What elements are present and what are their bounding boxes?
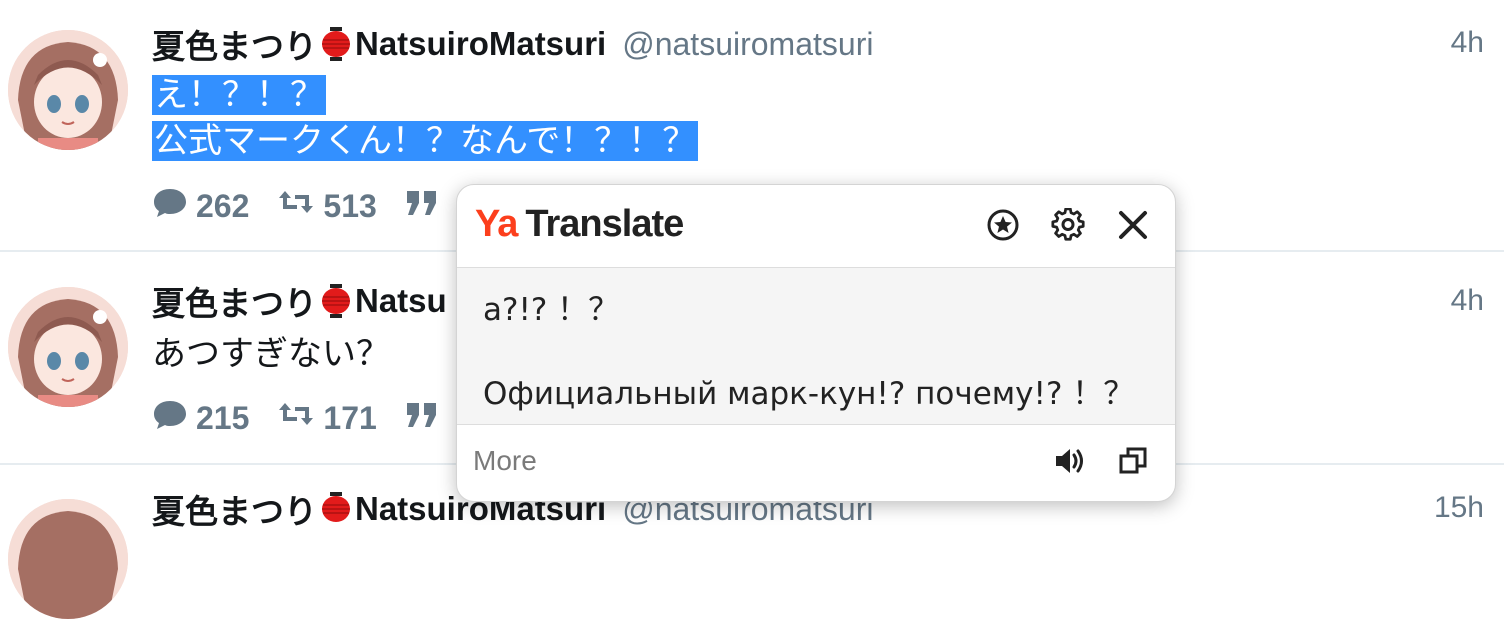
lantern-icon xyxy=(321,27,351,61)
retweet-count: 513 xyxy=(323,187,377,224)
close-icon xyxy=(1118,210,1148,245)
quote-icon xyxy=(405,188,447,225)
tweet-text-line: え！？！？ xyxy=(152,75,326,115)
retweet-icon xyxy=(277,399,323,437)
display-name-suffix[interactable]: Natsu xyxy=(355,282,447,320)
close-button[interactable] xyxy=(1113,207,1153,247)
display-name-suffix[interactable]: NatsuiroMatsuri xyxy=(355,25,606,63)
retweet-count: 171 xyxy=(323,399,377,436)
translation-result: а?!? ！？ Официальный марк-кун!? почему!? … xyxy=(457,268,1175,425)
quote-button[interactable] xyxy=(405,188,447,225)
tweet-actions: 215 171 xyxy=(152,398,475,438)
avatar[interactable] xyxy=(8,30,128,150)
retweet-button[interactable]: 171 xyxy=(277,399,377,437)
speaker-icon xyxy=(1053,445,1085,482)
tweet-time[interactable]: 4h xyxy=(1451,284,1484,318)
tweet-text: あつすぎない？ xyxy=(152,331,390,377)
copy-icon xyxy=(1118,446,1148,481)
display-name[interactable]: 夏色まつり xyxy=(152,20,317,68)
quote-icon xyxy=(405,400,447,437)
tweet-time[interactable]: 4h xyxy=(1451,26,1484,60)
lantern-icon xyxy=(321,284,351,318)
tweet-header: 夏色まつり NatsuiroMatsuri @natsuiromatsuri xyxy=(152,24,873,65)
gear-icon xyxy=(1051,207,1085,247)
avatar[interactable] xyxy=(8,499,128,619)
lantern-icon xyxy=(321,492,351,526)
settings-button[interactable] xyxy=(1048,207,1088,247)
tweet-header: 夏色まつり Natsu xyxy=(152,281,447,322)
favorite-star-icon xyxy=(986,208,1020,247)
display-name[interactable]: 夏色まつり xyxy=(152,485,317,533)
avatar[interactable] xyxy=(8,287,128,407)
reply-button[interactable]: 215 xyxy=(152,398,249,438)
logo-ya: Ya xyxy=(475,203,518,245)
reply-icon xyxy=(152,186,196,226)
logo-translate: Translate xyxy=(525,203,684,245)
popup-footer: More xyxy=(457,425,1175,501)
tweet-actions: 262 513 xyxy=(152,186,475,226)
copy-button[interactable] xyxy=(1113,443,1153,483)
retweet-button[interactable]: 513 xyxy=(277,187,377,225)
listen-button[interactable] xyxy=(1049,443,1089,483)
display-name[interactable]: 夏色まつり xyxy=(152,277,317,325)
tweet-text-line: 公式マークくん！？なんで！？！？ xyxy=(152,121,699,161)
popup-header: Ya Translate xyxy=(457,185,1175,268)
translation-line: Официальный марк-кун!? почему!? ！？ xyxy=(483,376,1135,412)
reply-button[interactable]: 262 xyxy=(152,186,249,226)
reply-icon xyxy=(152,398,196,438)
reply-count: 215 xyxy=(196,399,250,436)
reply-count: 262 xyxy=(196,187,250,224)
tweet-time[interactable]: 15h xyxy=(1434,491,1484,525)
more-link[interactable]: More xyxy=(473,445,537,477)
translation-line: а?!? ！？ xyxy=(483,292,620,328)
user-handle[interactable]: @natsuiromatsuri xyxy=(622,26,873,63)
translate-logo[interactable]: Ya Translate xyxy=(475,203,684,246)
translate-popup: Ya Translate а?!? ！？ Официальный марк-ку… xyxy=(456,184,1176,502)
tweet-text: え！？！？ 公式マークくん！？なんで！？！？ xyxy=(152,72,699,164)
quote-button[interactable] xyxy=(405,400,447,437)
tweet-text-line: あつすぎない？ xyxy=(152,334,390,374)
favorite-button[interactable] xyxy=(983,207,1023,247)
retweet-icon xyxy=(277,187,323,225)
